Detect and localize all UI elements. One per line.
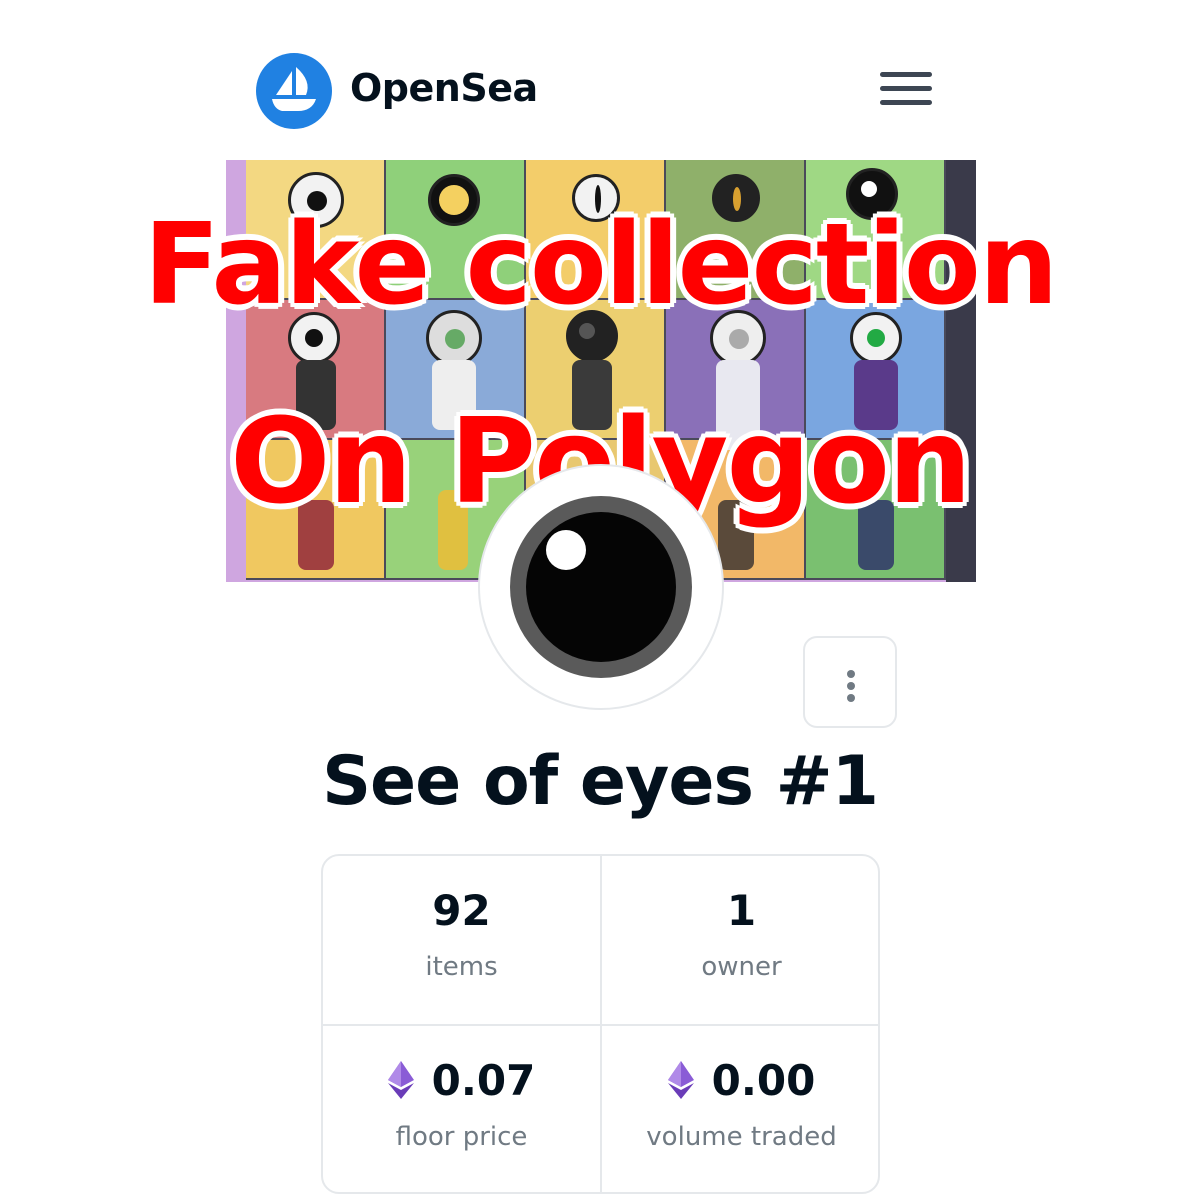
stat-owners[interactable]: 1 owner [602,856,878,1026]
stat-volume-traded[interactable]: 0.00 volume traded [602,1026,878,1192]
more-options-button[interactable] [803,636,897,728]
stat-value-row: 0.00 [602,1056,878,1105]
brand-name[interactable]: OpenSea [350,66,538,110]
hamburger-menu-icon[interactable] [880,72,932,110]
stat-value-row: 0.07 [323,1056,600,1105]
eye-icon [510,496,692,678]
stat-label: volume traded [646,1122,837,1152]
stat-value: 92 [432,886,491,935]
collection-title: See of eyes #1 [322,742,879,821]
stat-label: items [425,952,498,982]
stat-value: 0.07 [431,1056,536,1105]
eth-icon [667,1060,694,1099]
stat-items[interactable]: 92 items [323,856,602,1026]
overlay-warning-line1: Fake collection [143,200,1058,330]
stat-value: 0.00 [711,1056,816,1105]
stat-value: 1 [726,886,757,935]
stat-label: owner [701,952,782,982]
collection-stats: 92 items 1 owner 0.07 floor price 0.00 v… [321,854,880,1194]
eth-icon [387,1060,414,1099]
collection-avatar [478,464,724,710]
stat-floor-price[interactable]: 0.07 floor price [323,1026,602,1192]
opensea-logo-icon[interactable] [256,53,332,129]
stat-label: floor price [395,1122,528,1152]
